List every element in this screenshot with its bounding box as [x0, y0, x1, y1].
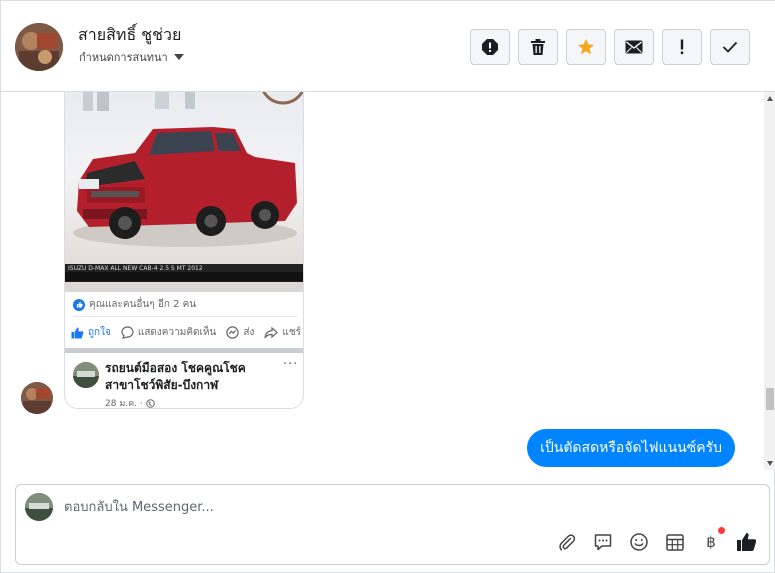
reactions-text: คุณและคนอื่นๆ อีก 2 คน [89, 299, 197, 310]
globe-icon [145, 398, 155, 408]
send-label: ส่ง [243, 327, 255, 338]
share-button[interactable]: แชร์ [264, 325, 301, 340]
saved-reply-button[interactable] [592, 531, 614, 553]
image-contact-strip [65, 272, 303, 281]
trash-icon [531, 39, 545, 55]
conversation-header: สายสิทธิ์ ชูช่วย กำหนดการสนทนา [1, 1, 775, 92]
contact-avatar[interactable] [15, 23, 63, 71]
messenger-conversation-window: สายสิทธิ์ ชูช่วย กำหนดการสนทนา ISUZU D-M… [0, 0, 775, 573]
comment-icon [121, 326, 134, 339]
post-date-text: 28 ม.ค. · [105, 399, 143, 409]
attach-button[interactable] [556, 531, 578, 553]
star-icon [578, 39, 594, 55]
header-actions [470, 29, 750, 65]
shared-post-card[interactable]: ISUZU D-MAX ALL NEW CAB-4 2.5 S MT 2012 … [64, 92, 304, 409]
thread-scrollbar[interactable] [764, 92, 775, 470]
star-button[interactable] [566, 29, 606, 65]
post-date: 28 ม.ค. · [105, 396, 155, 409]
send-like-button[interactable] [736, 531, 758, 553]
emoji-button[interactable] [628, 531, 650, 553]
baht-payment-icon: ฿ [706, 533, 716, 551]
sender-avatar[interactable] [21, 382, 53, 414]
composer-tools: ฿ [556, 527, 758, 553]
attach-icon [559, 534, 576, 551]
notification-dot [718, 527, 725, 534]
like-label: ถูกใจ [88, 327, 111, 338]
assign-conversation-label: กำหนดการสนทนา [79, 51, 168, 64]
mark-spam-button[interactable] [470, 29, 510, 65]
page-avatar [25, 493, 53, 521]
contact-name[interactable]: สายสิทธิ์ ชูช่วย [78, 23, 181, 48]
reactions-summary[interactable]: คุณและคนอื่นๆ อีก 2 คน [73, 297, 196, 312]
mark-done-button[interactable] [710, 29, 750, 65]
caret-down-icon [173, 54, 184, 60]
reply-input[interactable] [64, 497, 664, 517]
shared-post-image[interactable]: ISUZU D-MAX ALL NEW CAB-4 2.5 S MT 2012 [65, 92, 303, 292]
divider [73, 316, 297, 317]
send-button[interactable]: ส่ง [226, 325, 254, 340]
message-thread[interactable]: ISUZU D-MAX ALL NEW CAB-4 2.5 S MT 2012 … [1, 92, 764, 470]
thumbs-up-icon [71, 327, 84, 338]
payment-button[interactable]: ฿ [700, 527, 725, 553]
exclamation-icon [680, 39, 684, 55]
outgoing-message-bubble[interactable]: เป็นตัดสดหรือจัดไฟแนนซ์ครับ [527, 429, 735, 467]
envelope-icon [625, 40, 643, 54]
reply-composer: ฿ [15, 484, 770, 565]
emoji-icon [630, 533, 648, 551]
divider [65, 348, 303, 353]
alert-circle-icon [482, 39, 498, 55]
page-avatar[interactable] [73, 362, 99, 388]
delete-button[interactable] [518, 29, 558, 65]
scroll-down-arrow-icon[interactable] [767, 461, 773, 466]
check-icon [722, 41, 738, 53]
calendar-icon [666, 534, 684, 551]
follow-up-button[interactable] [662, 29, 702, 65]
assign-conversation-dropdown[interactable]: กำหนดการสนทนา [79, 48, 184, 66]
like-button[interactable]: ถูกใจ [71, 325, 111, 340]
page-name[interactable]: รถยนต์มือสอง โชคคูณโชค สาขาโชว์พิสัย-บึง… [105, 360, 275, 394]
comment-label: แสดงความคิดเห็น [137, 327, 217, 338]
mark-unread-button[interactable] [614, 29, 654, 65]
saved-reply-icon [594, 534, 612, 551]
scroll-up-arrow-icon[interactable] [767, 96, 773, 101]
like-reaction-icon [73, 298, 85, 311]
thumbs-up-icon [737, 533, 757, 551]
post-actions: ถูกใจ แสดงความคิดเห็น ส่ง แชร์ [71, 325, 301, 340]
more-options-icon[interactable]: ··· [283, 357, 298, 372]
scrollbar-thumb[interactable] [766, 388, 774, 410]
messenger-icon [226, 326, 240, 339]
share-label: แชร์ [282, 327, 301, 338]
appointment-button[interactable] [664, 531, 686, 553]
comment-button[interactable]: แสดงความคิดเห็น [121, 325, 216, 340]
share-icon [264, 326, 279, 338]
